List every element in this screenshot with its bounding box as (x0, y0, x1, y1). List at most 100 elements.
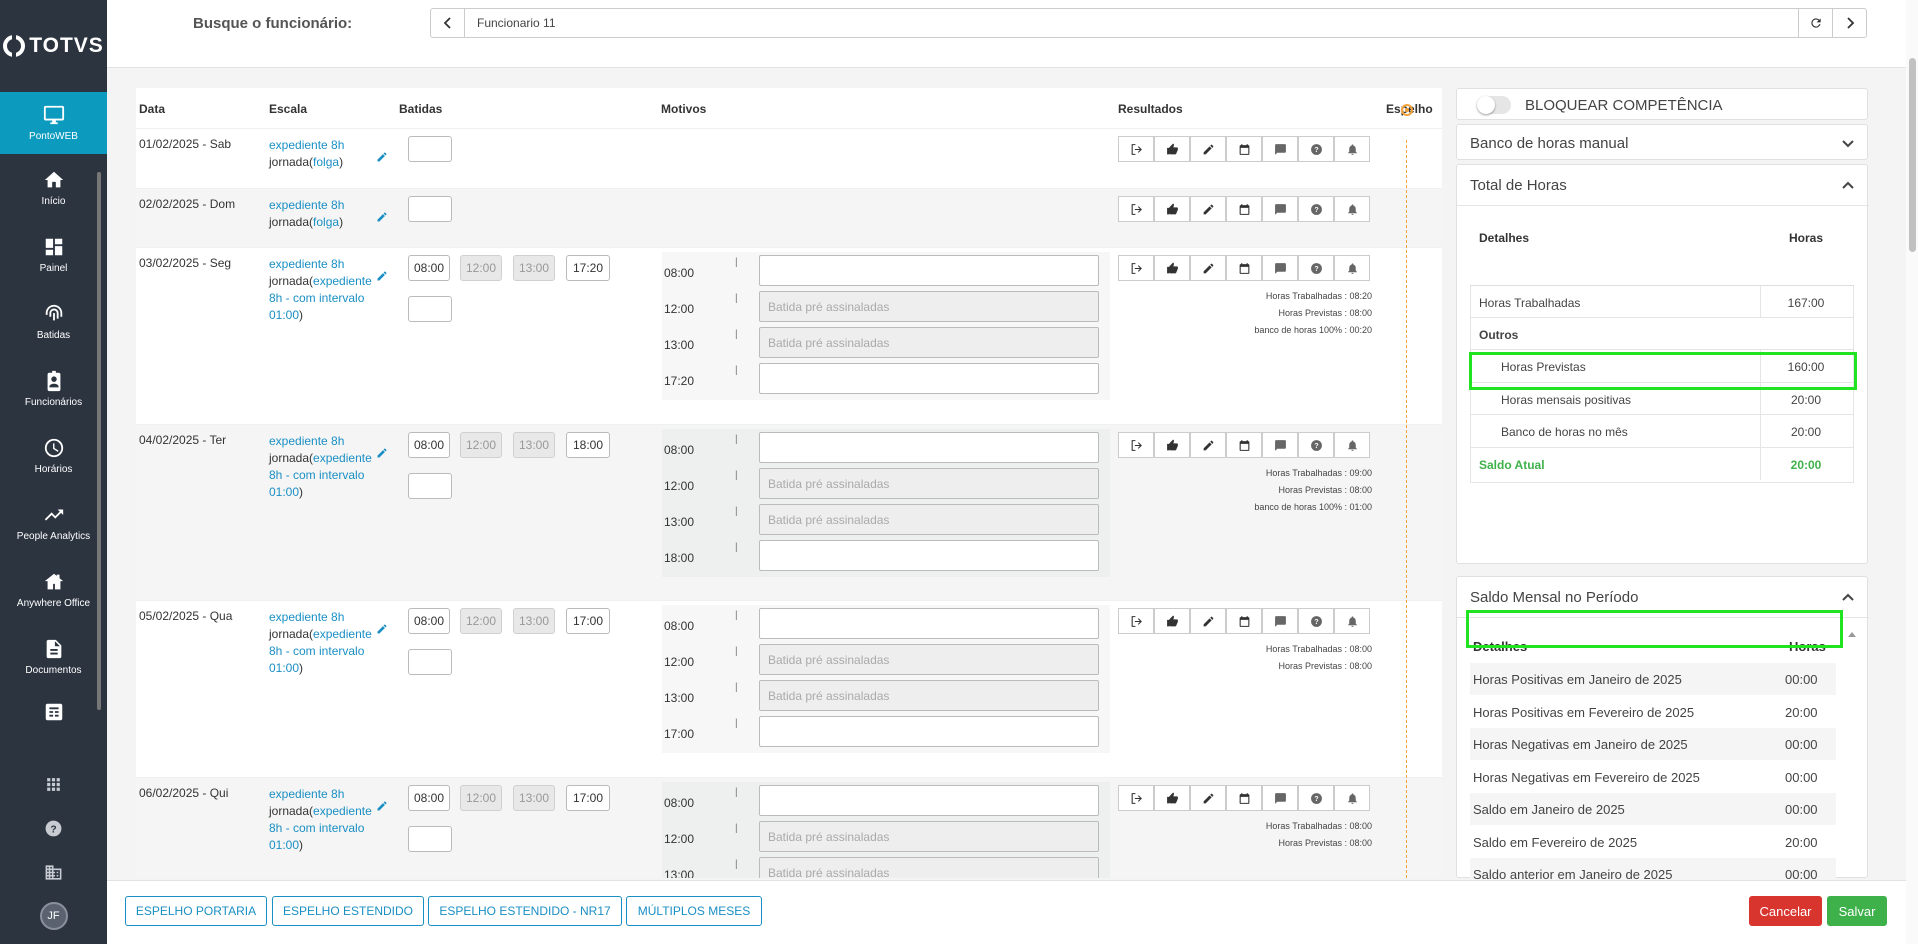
multiplos-meses-button[interactable]: MÚLTIPLOS MESES (626, 896, 762, 926)
batida-field[interactable]: 18:00 (566, 432, 610, 458)
batida-field[interactable]: 13:00 (513, 432, 555, 458)
batida-field[interactable]: 13:00 (513, 608, 555, 634)
cancel-button[interactable]: Cancelar (1749, 896, 1822, 926)
sidebar-item-batidas[interactable]: Batidas (0, 288, 107, 355)
apps-grid-icon[interactable] (0, 762, 107, 806)
calendar-button[interactable] (1226, 196, 1262, 222)
motivo-input[interactable] (759, 785, 1099, 816)
thumbs-up-button[interactable] (1154, 136, 1190, 162)
batida-new-field[interactable] (408, 473, 452, 499)
comment-button[interactable] (1262, 608, 1298, 634)
comment-button[interactable] (1262, 255, 1298, 281)
motivo-input[interactable]: Batida pré assinaladas (759, 821, 1099, 852)
espelho-estendido-button[interactable]: ESPELHO ESTENDIDO (272, 896, 424, 926)
sidebar-item-funcion-rios[interactable]: Funcionários (0, 355, 107, 422)
bell-button[interactable] (1334, 432, 1370, 458)
thumbs-up-button[interactable] (1154, 196, 1190, 222)
question-button[interactable]: ? (1298, 136, 1334, 162)
pencil-button[interactable] (1190, 608, 1226, 634)
motivo-input[interactable]: Batida pré assinaladas (759, 857, 1099, 878)
espelho-nr17-button[interactable]: ESPELHO ESTENDIDO - NR17 (428, 896, 622, 926)
avatar[interactable]: JF (39, 902, 68, 930)
sidebar-item-hor-rios[interactable]: Horários (0, 422, 107, 489)
batida-field[interactable]: 08:00 (408, 432, 450, 458)
exit-button[interactable] (1118, 196, 1154, 222)
page-scroll-thumb[interactable] (1909, 58, 1916, 252)
exit-button[interactable] (1118, 136, 1154, 162)
batida-field[interactable]: 13:00 (513, 785, 555, 811)
bell-button[interactable] (1334, 608, 1370, 634)
comment-button[interactable] (1262, 196, 1298, 222)
sidebar-item-documentos[interactable]: Documentos (0, 623, 107, 690)
edit-escala-icon[interactable] (376, 151, 390, 165)
motivo-input[interactable]: Batida pré assinaladas (759, 504, 1099, 535)
refresh-button[interactable] (1798, 9, 1832, 37)
thumbs-up-button[interactable] (1154, 785, 1190, 811)
motivo-input[interactable] (759, 716, 1099, 747)
motivo-input[interactable] (759, 255, 1099, 286)
thumbs-up-button[interactable] (1154, 608, 1190, 634)
jornada-link[interactable]: folga (313, 155, 339, 169)
motivo-input[interactable] (759, 432, 1099, 463)
motivo-input[interactable] (759, 540, 1099, 571)
pencil-button[interactable] (1190, 432, 1226, 458)
question-button[interactable]: ? (1298, 196, 1334, 222)
batida-field[interactable]: 17:00 (566, 785, 610, 811)
sidebar-item-more[interactable] (0, 690, 107, 734)
motivo-input[interactable]: Batida pré assinaladas (759, 291, 1099, 322)
exit-button[interactable] (1118, 255, 1154, 281)
pencil-button[interactable] (1190, 255, 1226, 281)
sidebar-item-painel[interactable]: Painel (0, 221, 107, 288)
exit-button[interactable] (1118, 432, 1154, 458)
pencil-button[interactable] (1190, 785, 1226, 811)
bell-button[interactable] (1334, 136, 1370, 162)
comment-button[interactable] (1262, 136, 1298, 162)
bell-button[interactable] (1334, 196, 1370, 222)
company-icon[interactable] (0, 850, 107, 894)
batida-field[interactable]: 08:00 (408, 608, 450, 634)
prev-employee-button[interactable] (431, 9, 465, 37)
edit-escala-icon[interactable] (376, 211, 390, 225)
thumbs-up-button[interactable] (1154, 432, 1190, 458)
help-icon[interactable]: ? (0, 806, 107, 850)
chevron-down-icon[interactable] (1841, 137, 1855, 151)
batida-field[interactable]: 12:00 (460, 785, 502, 811)
batida-new-field[interactable] (408, 296, 452, 322)
batida-field[interactable]: 12:00 (460, 608, 502, 634)
exit-button[interactable] (1118, 608, 1154, 634)
batida-field[interactable]: 08:00 (408, 785, 450, 811)
motivo-input[interactable] (759, 608, 1099, 639)
sidebar-item-people-analytics[interactable]: People Analytics (0, 489, 107, 556)
batida-new-field[interactable] (408, 826, 452, 852)
chevron-up-icon[interactable] (1841, 178, 1855, 192)
pencil-button[interactable] (1190, 136, 1226, 162)
batida-field[interactable]: 12:00 (460, 255, 502, 281)
batida-field[interactable]: 17:00 (566, 608, 610, 634)
escala-link[interactable]: expediente 8h (269, 198, 344, 212)
calendar-button[interactable] (1226, 255, 1262, 281)
bloquear-toggle[interactable] (1477, 96, 1511, 114)
sidebar-item-anywhere-office[interactable]: Anywhere Office (0, 556, 107, 623)
escala-link[interactable]: expediente 8h (269, 787, 344, 801)
escala-link[interactable]: expediente 8h (269, 138, 344, 152)
edit-escala-icon[interactable] (376, 447, 390, 461)
espelho-marker-icon[interactable] (1401, 104, 1413, 116)
batida-new-field[interactable] (408, 649, 452, 675)
chevron-up-icon[interactable] (1841, 590, 1855, 604)
scroll-up-icon[interactable] (1847, 627, 1857, 637)
motivo-input[interactable]: Batida pré assinaladas (759, 468, 1099, 499)
edit-escala-icon[interactable] (376, 623, 390, 637)
employee-search[interactable]: Funcionario 11 (430, 8, 1867, 38)
calendar-button[interactable] (1226, 785, 1262, 811)
employee-search-input[interactable]: Funcionario 11 (465, 16, 1798, 30)
batida-field[interactable]: 08:00 (408, 255, 450, 281)
batida-new-field[interactable] (408, 136, 452, 162)
save-button[interactable]: Salvar (1827, 896, 1887, 926)
sidebar-scrollbar[interactable] (97, 172, 101, 710)
motivo-input[interactable] (759, 363, 1099, 394)
bell-button[interactable] (1334, 255, 1370, 281)
motivo-input[interactable]: Batida pré assinaladas (759, 644, 1099, 675)
edit-escala-icon[interactable] (376, 270, 390, 284)
question-button[interactable]: ? (1298, 432, 1334, 458)
sidebar-item-pontoweb[interactable]: PontoWEB (0, 92, 107, 154)
